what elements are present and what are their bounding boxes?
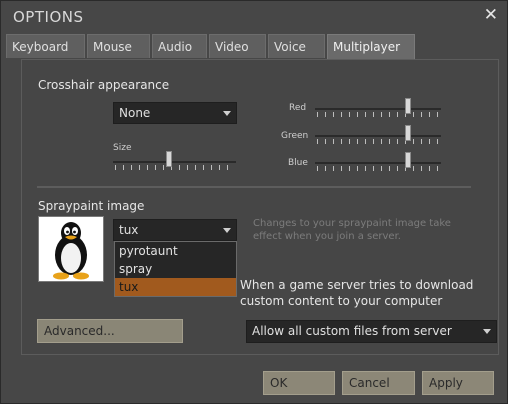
red-slider[interactable] bbox=[315, 98, 441, 120]
cancel-button[interactable]: Cancel bbox=[342, 371, 415, 395]
slider-track bbox=[315, 135, 441, 137]
spray-option-spray[interactable]: spray bbox=[115, 260, 236, 278]
spray-change-note: Changes to your spraypaint image take ef… bbox=[253, 218, 451, 242]
spraypaint-heading: Spraypaint image bbox=[38, 199, 145, 213]
crosshair-style-dropdown[interactable]: None bbox=[113, 102, 237, 124]
crosshair-heading: Crosshair appearance bbox=[38, 78, 170, 92]
spray-preview-image bbox=[38, 216, 104, 282]
custom-content-value: Allow all custom files from server bbox=[252, 324, 452, 338]
advanced-button[interactable]: Advanced... bbox=[37, 319, 183, 343]
spray-option-tux[interactable]: tux bbox=[115, 278, 236, 296]
chevron-down-icon bbox=[483, 329, 491, 334]
spray-option-pyrotaunt[interactable]: pyrotaunt bbox=[115, 242, 236, 260]
slider-ticks bbox=[317, 166, 439, 171]
slider-track bbox=[113, 161, 236, 163]
blue-slider[interactable] bbox=[315, 152, 441, 174]
red-label: Red bbox=[289, 103, 307, 113]
section-divider bbox=[37, 186, 471, 188]
tab-mouse[interactable]: Mouse bbox=[87, 34, 150, 58]
options-window: OPTIONS ✕ Keyboard Mouse Audio Video Voi… bbox=[0, 0, 508, 404]
spray-selected-value: tux bbox=[119, 223, 139, 237]
tab-keyboard[interactable]: Keyboard bbox=[6, 34, 85, 58]
custom-content-dropdown[interactable]: Allow all custom files from server bbox=[246, 320, 497, 343]
tab-voice[interactable]: Voice bbox=[268, 34, 325, 58]
crosshair-style-value: None bbox=[119, 106, 151, 120]
slider-ticks bbox=[317, 139, 439, 144]
blue-label: Blue bbox=[288, 158, 308, 168]
chevron-down-icon bbox=[223, 228, 231, 233]
slider-ticks bbox=[317, 112, 439, 117]
slider-thumb[interactable] bbox=[166, 151, 172, 167]
slider-thumb[interactable] bbox=[405, 125, 411, 141]
tab-video[interactable]: Video bbox=[209, 34, 266, 58]
green-slider[interactable] bbox=[315, 125, 441, 147]
window-title: OPTIONS bbox=[13, 8, 84, 26]
size-slider[interactable] bbox=[113, 151, 236, 173]
slider-thumb[interactable] bbox=[405, 152, 411, 168]
tux-penguin-icon bbox=[53, 222, 89, 280]
ok-button[interactable]: OK bbox=[263, 371, 335, 395]
chevron-down-icon bbox=[223, 111, 231, 116]
spray-options-list: pyrotaunt spray tux bbox=[114, 241, 237, 297]
green-label: Green bbox=[281, 131, 309, 141]
slider-ticks bbox=[115, 165, 234, 170]
spray-dropdown[interactable]: tux bbox=[113, 219, 237, 241]
slider-track bbox=[315, 162, 441, 164]
close-icon[interactable]: ✕ bbox=[484, 5, 498, 25]
tab-multiplayer[interactable]: Multiplayer bbox=[327, 34, 415, 60]
apply-button[interactable]: Apply bbox=[422, 371, 494, 395]
download-description: When a game server tries to download cus… bbox=[240, 278, 474, 308]
slider-thumb[interactable] bbox=[405, 98, 411, 114]
tab-audio[interactable]: Audio bbox=[152, 34, 207, 58]
slider-track bbox=[315, 108, 441, 110]
